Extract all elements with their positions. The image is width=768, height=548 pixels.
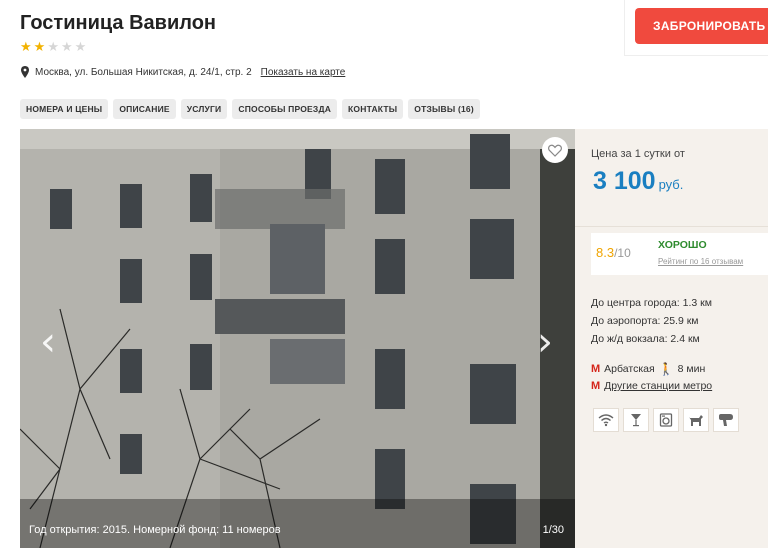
wifi-icon <box>593 408 619 432</box>
photo-caption: Год открытия: 2015. Номерной фонд: 11 но… <box>29 524 281 536</box>
rating-score-value: 8.3 <box>596 245 615 260</box>
photo-gallery: ‹ › Год открытия: 2015. Номерной фонд: 1… <box>20 129 575 548</box>
star-filled-icon: ★ <box>33 39 46 54</box>
location-pin-icon <box>21 66 29 78</box>
price-label: Цена за 1 сутки от <box>591 148 685 160</box>
book-button[interactable]: ЗАБРОНИРОВАТЬ <box>635 8 768 44</box>
metro-station: Арбатская <box>604 363 655 375</box>
address-text: Москва, ул. Большая Никитская, д. 24/1, … <box>35 66 252 78</box>
tab-description[interactable]: ОПИСАНИЕ <box>113 99 176 119</box>
previous-photo-arrow-icon[interactable]: ‹ <box>40 319 56 365</box>
booking-panel: ЗАБРОНИРОВАТЬ <box>624 0 768 56</box>
star-rating: ★ ★ ★ ★ ★ <box>20 40 86 54</box>
next-photo-arrow-icon[interactable]: › <box>537 319 553 365</box>
section-tabs: НОМЕРА И ЦЕНЫ ОПИСАНИЕ УСЛУГИ СПОСОБЫ ПР… <box>20 99 480 119</box>
hotel-title: Гостиница Вавилон <box>20 12 216 34</box>
washing-machine-icon <box>653 408 679 432</box>
amenities <box>593 408 739 432</box>
divider <box>575 226 768 227</box>
heart-icon <box>548 144 562 157</box>
rating-box: 8.3/10 ХОРОШО Рейтинг по 16 отзывам <box>591 233 768 275</box>
price: 3 100 руб. <box>593 167 683 196</box>
tab-directions[interactable]: СПОСОБЫ ПРОЕЗДА <box>232 99 338 119</box>
show-on-map-link[interactable]: Показать на карте <box>261 67 346 78</box>
distance-airport: До аэропорта: 25.9 км <box>591 315 699 327</box>
rating-score: 8.3/10 <box>596 245 631 260</box>
reviews-link[interactable]: Рейтинг по 16 отзывам <box>658 257 743 266</box>
address-line: Москва, ул. Большая Никитская, д. 24/1, … <box>20 66 345 78</box>
tab-rooms-and-prices[interactable]: НОМЕРА И ЦЕНЫ <box>20 99 109 119</box>
distance-city-center: До центра города: 1.3 км <box>591 297 712 309</box>
tab-services[interactable]: УСЛУГИ <box>180 99 228 119</box>
rating-scale: /10 <box>614 246 631 260</box>
bar-icon <box>623 408 649 432</box>
metro-icon: M <box>591 380 601 392</box>
tab-reviews[interactable]: ОТЗЫВЫ (16) <box>408 99 480 119</box>
star-filled-icon: ★ <box>20 39 32 54</box>
hotel-photo <box>20 129 575 548</box>
star-empty-icon: ★ <box>47 39 59 54</box>
nearest-metro: M Арбатская 🚶 8 мин <box>591 362 705 376</box>
other-metro-stations-link[interactable]: Другие станции метро <box>604 380 712 392</box>
price-currency: руб. <box>658 177 684 192</box>
walking-person-icon: 🚶 <box>658 362 674 376</box>
distance-railway-station: До ж/д вокзала: 2.4 км <box>591 333 700 345</box>
hairdryer-icon <box>713 408 739 432</box>
rating-verdict: ХОРОШО <box>658 239 707 251</box>
photo-counter: 1/30 <box>542 524 564 536</box>
tab-contacts[interactable]: КОНТАКТЫ <box>342 99 404 119</box>
price-amount: 3 100 <box>593 167 656 195</box>
star-empty-icon: ★ <box>74 39 87 54</box>
pets-icon <box>683 408 709 432</box>
metro-icon: M <box>591 363 601 375</box>
star-empty-icon: ★ <box>60 39 73 54</box>
favorite-button[interactable] <box>542 137 568 163</box>
other-metro: M Другие станции метро <box>591 380 712 392</box>
metro-walk-time: 8 мин <box>677 363 706 375</box>
price-sidebar: Цена за 1 сутки от 3 100 руб. 8.3/10 ХОРО… <box>575 129 768 548</box>
